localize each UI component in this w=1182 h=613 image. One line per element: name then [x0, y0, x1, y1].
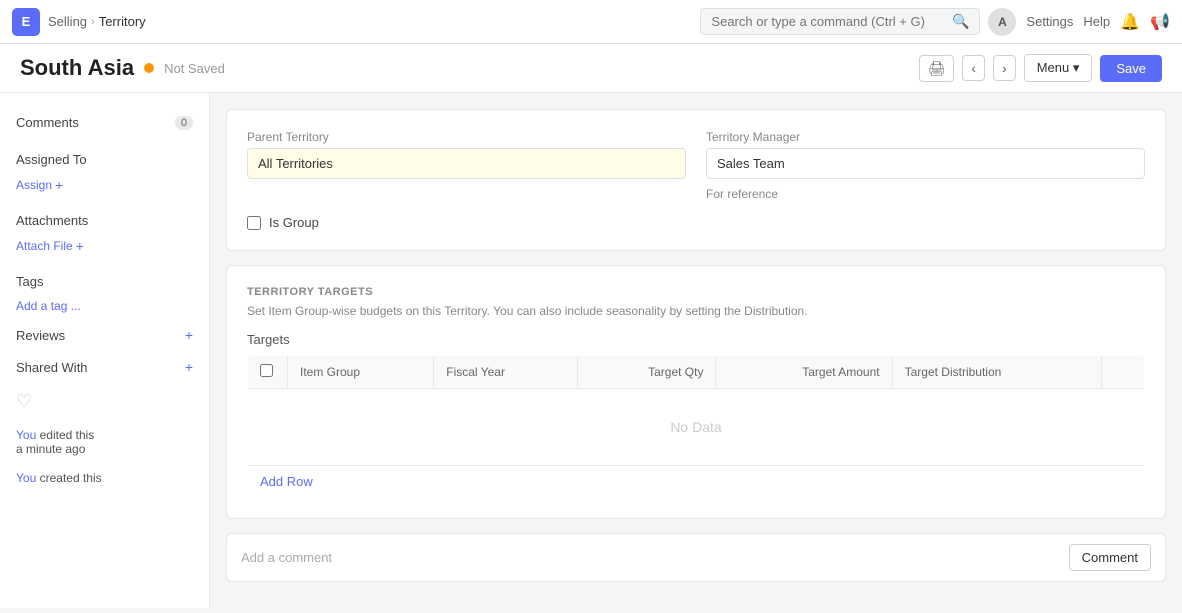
targets-section-label: Targets [247, 332, 1145, 347]
comments-count: 0 [175, 116, 193, 130]
activity-item-1: You edited this a minute ago [16, 428, 193, 456]
attach-file-link[interactable]: Attach File + [0, 238, 209, 254]
activity-item-2: You created this [16, 471, 193, 485]
breadcrumb: Selling › Territory [48, 14, 146, 29]
page-header: South Asia Not Saved 🖨 ‹ › Menu ▾ Save [0, 44, 1182, 93]
comment-button[interactable]: Comment [1069, 544, 1151, 571]
add-row-row: Add Row [248, 466, 1145, 498]
form-row-1: Parent Territory Territory Manager For r… [247, 130, 1145, 201]
shared-plus-icon[interactable]: + [185, 359, 193, 375]
header-actions: 🖨 ‹ › Menu ▾ Save [919, 54, 1162, 82]
sidebar-section-attachments: Attachments Attach File + [0, 199, 209, 260]
no-data-cell: No Data [248, 389, 1145, 466]
activity-section: You edited this a minute ago You created… [0, 420, 209, 493]
sidebar-item-tags: Tags [0, 266, 209, 297]
save-button[interactable]: Save [1100, 55, 1162, 82]
parent-territory-group: Parent Territory [247, 130, 686, 201]
is-group-row: Is Group [247, 215, 1145, 230]
sidebar-section-tags: Tags Add a tag ... [0, 260, 209, 319]
sidebar-item-comments[interactable]: Comments 0 [0, 107, 209, 138]
territory-manager-label: Territory Manager [706, 130, 1145, 144]
no-data-row: No Data [248, 389, 1145, 466]
th-fiscal-year: Fiscal Year [434, 356, 578, 389]
is-group-checkbox[interactable] [247, 216, 261, 230]
breadcrumb-chevron-1: › [91, 16, 95, 28]
for-reference: For reference [706, 187, 1145, 201]
targets-table: Item Group Fiscal Year Target Qty Target… [247, 355, 1145, 498]
th-item-group: Item Group [288, 356, 434, 389]
reviews-plus-icon[interactable]: + [185, 327, 193, 343]
comments-label: Comments [16, 115, 79, 130]
top-nav: E Selling › Territory 🔍 A Settings Help … [0, 0, 1182, 44]
menu-button[interactable]: Menu ▾ [1024, 54, 1093, 82]
parent-territory-input[interactable] [247, 148, 686, 179]
th-checkbox [248, 356, 288, 389]
announcements-icon[interactable]: 📢 [1150, 12, 1170, 32]
add-row-cell: Add Row [248, 466, 1145, 498]
sidebar: Comments 0 Assigned To Assign + Attachme… [0, 93, 210, 608]
title-area: South Asia Not Saved [20, 55, 225, 81]
assign-plus-icon: + [55, 177, 63, 193]
nav-right: A Settings Help 🔔 📢 [988, 8, 1170, 36]
th-actions [1101, 356, 1144, 389]
targets-desc: Set Item Group-wise budgets on this Terr… [247, 304, 1145, 318]
sidebar-item-shared: Shared With + [0, 351, 209, 383]
comment-placeholder[interactable]: Add a comment [241, 550, 1069, 565]
avatar[interactable]: A [988, 8, 1016, 36]
sidebar-item-assigned: Assigned To [0, 144, 209, 175]
breadcrumb-territory[interactable]: Territory [99, 14, 146, 29]
parent-territory-label: Parent Territory [247, 130, 686, 144]
notifications-icon[interactable]: 🔔 [1120, 12, 1140, 32]
attachments-label: Attachments [16, 213, 88, 228]
sidebar-section-assigned: Assigned To Assign + [0, 138, 209, 199]
territory-manager-input[interactable] [706, 148, 1145, 179]
add-row-button[interactable]: Add Row [260, 474, 313, 489]
add-tag-link[interactable]: Add a tag ... [0, 299, 209, 313]
reviews-label: Reviews [16, 328, 65, 343]
form-card: Parent Territory Territory Manager For r… [226, 109, 1166, 251]
comment-card: Add a comment Comment [226, 533, 1166, 582]
attach-plus-icon: + [76, 238, 84, 254]
not-saved-dot [144, 63, 154, 73]
page-title: South Asia [20, 55, 134, 81]
table-header-row: Item Group Fiscal Year Target Qty Target… [248, 356, 1145, 389]
targets-title: TERRITORY TARGETS [247, 286, 1145, 298]
assigned-to-label: Assigned To [16, 152, 87, 167]
territory-manager-group: Territory Manager For reference [706, 130, 1145, 201]
is-group-label: Is Group [269, 215, 319, 230]
activity-you-1: You [16, 428, 36, 442]
content-area: Parent Territory Territory Manager For r… [210, 93, 1182, 608]
sidebar-item-attachments: Attachments [0, 205, 209, 236]
search-bar[interactable]: 🔍 [700, 8, 980, 35]
assign-link[interactable]: Assign + [0, 177, 209, 193]
settings-link[interactable]: Settings [1026, 14, 1073, 29]
main-layout: Comments 0 Assigned To Assign + Attachme… [0, 93, 1182, 608]
targets-card: TERRITORY TARGETS Set Item Group-wise bu… [226, 265, 1166, 519]
activity-you-2: You [16, 471, 36, 485]
search-input[interactable] [711, 14, 946, 29]
print-button[interactable]: 🖨 [919, 55, 955, 82]
help-link[interactable]: Help [1083, 14, 1110, 29]
next-button[interactable]: › [993, 55, 1016, 81]
like-icon[interactable]: ♡ [0, 383, 209, 420]
th-target-qty: Target Qty [578, 356, 716, 389]
th-target-distribution: Target Distribution [892, 356, 1101, 389]
breadcrumb-selling[interactable]: Selling [48, 14, 87, 29]
select-all-checkbox[interactable] [260, 364, 273, 377]
search-icon: 🔍 [952, 13, 969, 30]
sidebar-item-reviews: Reviews + [0, 319, 209, 351]
not-saved-label: Not Saved [164, 61, 225, 76]
shared-with-label: Shared With [16, 360, 88, 375]
prev-button[interactable]: ‹ [962, 55, 985, 81]
app-icon[interactable]: E [12, 8, 40, 36]
th-target-amount: Target Amount [716, 356, 892, 389]
tags-label: Tags [16, 274, 43, 289]
